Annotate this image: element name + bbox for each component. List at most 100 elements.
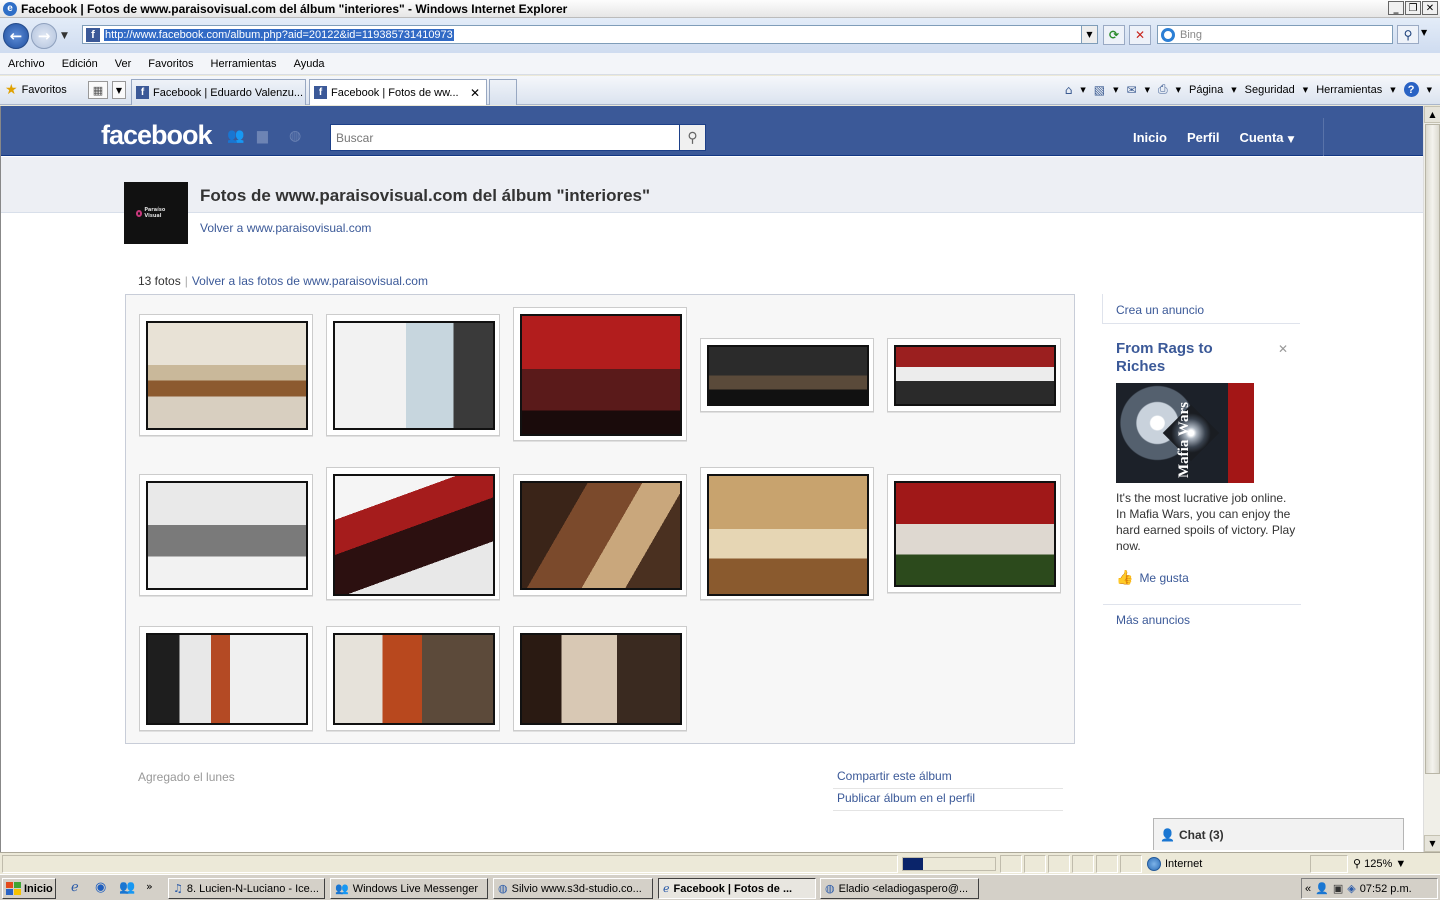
photo-thumbnail-3[interactable] (513, 307, 687, 441)
photo-thumbnail-12[interactable] (326, 626, 500, 731)
scroll-down-arrow-icon[interactable]: ▼ (1424, 835, 1440, 852)
ad-image[interactable]: Mafia Wars (1116, 383, 1254, 483)
like-button[interactable]: 👍 Me gusta (1116, 570, 1189, 586)
mail-icon[interactable]: ✉ (1127, 83, 1137, 97)
vertical-scrollbar[interactable]: ▲ ▼ (1423, 106, 1440, 852)
bing-search-field[interactable]: Bing (1157, 25, 1393, 44)
tab-list-dropdown-icon[interactable]: ▼ (112, 81, 126, 99)
task-app-icon: ℯ (663, 882, 670, 895)
quicklaunch-browser-icon[interactable]: ◉ (95, 880, 106, 895)
photo-thumbnail-9[interactable] (700, 467, 874, 600)
minimize-button[interactable]: _ (1388, 1, 1404, 15)
photo-thumbnail-10[interactable] (887, 474, 1061, 593)
facebook-search-input[interactable]: Buscar (330, 124, 680, 151)
photo-thumbnail-4[interactable] (700, 338, 874, 412)
back-to-photos-link[interactable]: Volver a las fotos de www.paraisovisual.… (192, 274, 428, 288)
facebook-logo[interactable]: facebook (101, 120, 213, 151)
stop-icon[interactable]: ✕ (1129, 25, 1151, 45)
task-silvio[interactable]: ◍ Silvio www.s3d-studio.co... (493, 878, 653, 899)
scrollbar-thumb[interactable] (1425, 124, 1440, 774)
mail-dropdown-icon[interactable]: ▼ (1145, 86, 1150, 94)
security-zone[interactable]: Internet (1147, 857, 1202, 871)
notifications-globe-icon[interactable]: ◍ (289, 128, 307, 144)
ads-column: Crea un anuncio From Rags to Riches ✕ Ma… (1102, 294, 1301, 627)
photo-thumbnail-11[interactable] (139, 626, 313, 731)
task-lucien[interactable]: ♫ 8. Lucien-N-Luciano - Ice... (168, 878, 325, 899)
feeds-dropdown-icon[interactable]: ▼ (1113, 86, 1118, 94)
task-facebook[interactable]: ℯ Facebook | Fotos de ... (658, 878, 816, 899)
photo-thumbnail-7[interactable] (326, 467, 500, 600)
close-window-button[interactable]: ✕ (1422, 1, 1438, 15)
menu-ayuda[interactable]: Ayuda (294, 58, 325, 70)
quick-tabs-icon[interactable]: ▦ (88, 81, 108, 99)
scroll-up-arrow-icon[interactable]: ▲ (1424, 106, 1440, 123)
photo-image (894, 345, 1056, 406)
publish-album-link[interactable]: Publicar álbum en el perfil (833, 787, 1063, 811)
nav-inicio[interactable]: Inicio (1123, 130, 1177, 145)
address-dropdown-icon[interactable]: ▼ (1081, 26, 1097, 43)
search-go-icon[interactable]: ⚲ (1397, 25, 1419, 44)
tab-facebook-fotos[interactable]: f Facebook | Fotos de ww... ✕ (309, 79, 487, 105)
help-dropdown-icon[interactable]: ▼ (1427, 86, 1432, 94)
close-icon[interactable]: ✕ (1278, 342, 1288, 356)
quicklaunch-ie-icon[interactable]: ℯ (71, 880, 79, 895)
tools-menu[interactable]: Herramientas (1316, 84, 1382, 96)
tab-facebook-eduardo[interactable]: f Facebook | Eduardo Valenzu... (131, 79, 306, 105)
monitor-tray-icon[interactable]: ▣ (1333, 882, 1343, 895)
new-tab-button[interactable] (489, 79, 517, 105)
home-icon[interactable]: ⌂ (1065, 83, 1073, 97)
tray-expand-icon[interactable]: « (1305, 883, 1311, 895)
share-album-link[interactable]: Compartir este álbum (833, 765, 1063, 789)
tab-close-icon[interactable]: ✕ (470, 86, 480, 100)
task-label: Eladio <eladiogaspero@... (838, 882, 969, 895)
network-tray-icon[interactable]: ◈ (1347, 882, 1355, 895)
forward-arrow-icon[interactable]: → (31, 22, 57, 49)
start-button[interactable]: Inicio (2, 878, 56, 899)
page-avatar[interactable]: Paraíso Visual (124, 182, 188, 244)
favorites-star-icon[interactable]: ★ (5, 82, 18, 98)
menu-edicion[interactable]: Edición (62, 58, 98, 70)
feeds-icon[interactable]: ▧ (1094, 83, 1105, 97)
ad-title[interactable]: From Rags to Riches (1116, 340, 1266, 376)
nav-perfil[interactable]: Perfil (1177, 130, 1230, 145)
page-menu[interactable]: Página (1189, 84, 1223, 96)
more-ads-link[interactable]: Más anuncios (1116, 613, 1190, 627)
nav-cuenta[interactable]: Cuenta ▼ (1229, 130, 1304, 145)
search-icon[interactable]: ⚲ (680, 124, 706, 151)
menu-herramientas[interactable]: Herramientas (211, 58, 277, 70)
restore-button[interactable]: ❐ (1405, 1, 1421, 15)
back-arrow-icon[interactable]: ← (3, 22, 29, 49)
print-icon[interactable]: ⎙ (1158, 82, 1168, 97)
create-ad-link[interactable]: Crea un anuncio (1103, 294, 1300, 324)
url-text[interactable]: http://www.facebook.com/album.php?aid=20… (104, 28, 454, 41)
address-field[interactable]: f http://www.facebook.com/album.php?aid=… (82, 25, 1098, 44)
menu-ver[interactable]: Ver (115, 58, 132, 70)
favorites-button[interactable]: Favoritos (22, 84, 67, 96)
menu-favoritos[interactable]: Favoritos (148, 58, 193, 70)
quicklaunch-messenger-icon[interactable]: 👥 (119, 880, 135, 895)
photo-thumbnail-6[interactable] (139, 474, 313, 596)
protected-mode-cell[interactable] (1310, 855, 1348, 873)
photo-thumbnail-2[interactable] (326, 314, 500, 436)
task-messenger[interactable]: 👥 Windows Live Messenger (330, 878, 488, 899)
help-icon[interactable]: ? (1403, 82, 1419, 97)
print-dropdown-icon[interactable]: ▼ (1176, 86, 1181, 94)
messenger-tray-icon[interactable]: 👤 (1315, 882, 1329, 895)
task-eladio[interactable]: ◍ Eladio <eladiogaspero@... (820, 878, 979, 899)
zoom-level[interactable]: ⚲ 125% ▼ (1353, 857, 1406, 870)
photo-thumbnail-8[interactable] (513, 474, 687, 596)
security-menu[interactable]: Seguridad (1245, 84, 1295, 96)
photo-thumbnail-5[interactable] (887, 338, 1061, 412)
messages-icon[interactable]: ▆ (257, 128, 275, 144)
menu-archivo[interactable]: Archivo (8, 58, 45, 70)
refresh-icon[interactable]: ⟳ (1103, 25, 1125, 45)
friend-requests-icon[interactable]: 👥 (227, 128, 245, 144)
home-dropdown-icon[interactable]: ▼ (1080, 86, 1085, 94)
quicklaunch-expand-icon[interactable]: » (146, 880, 153, 893)
back-to-page-link[interactable]: Volver a www.paraisovisual.com (200, 221, 371, 235)
search-options-dropdown-icon[interactable]: ▼ (1421, 28, 1427, 37)
history-dropdown-icon[interactable]: ▼ (61, 31, 73, 41)
photo-thumbnail-1[interactable] (139, 314, 313, 436)
chat-bar[interactable]: 👤 Chat (3) (1153, 818, 1404, 850)
photo-thumbnail-13[interactable] (513, 626, 687, 731)
